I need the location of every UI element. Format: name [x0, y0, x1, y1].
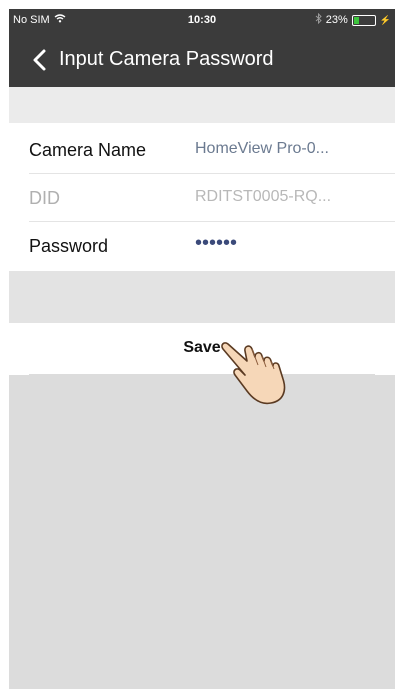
nav-bar: Input Camera Password	[9, 33, 395, 87]
password-field[interactable]: ••••••	[195, 232, 237, 255]
save-button[interactable]: Save	[9, 323, 395, 375]
section-spacer	[9, 271, 395, 323]
charging-icon: ⚡	[379, 14, 391, 25]
bluetooth-icon	[315, 12, 322, 27]
tap-hand-icon	[217, 335, 299, 412]
save-button-label: Save	[183, 339, 221, 356]
camera-name-row[interactable]: Camera Name HomeView Pro-0...	[9, 126, 395, 174]
page-title: Input Camera Password	[59, 48, 274, 70]
did-row: DID RDITST0005-RQ...	[9, 174, 395, 222]
phone-screen: No SIM 10:30 23% ⚡ Input Camera Password…	[9, 9, 395, 689]
status-bar: No SIM 10:30 23% ⚡	[9, 9, 395, 33]
back-button[interactable]	[27, 45, 57, 75]
did-label: DID	[29, 188, 60, 208]
password-label: Password	[29, 236, 109, 256]
battery-icon	[351, 14, 376, 26]
section-spacer	[9, 87, 395, 123]
camera-name-label: Camera Name	[29, 140, 147, 160]
camera-name-value[interactable]: HomeView Pro-0...	[195, 140, 329, 158]
did-value: RDITST0005-RQ...	[195, 188, 332, 205]
password-row[interactable]: Password ••••••	[9, 222, 395, 270]
empty-area	[9, 375, 395, 689]
chevron-left-icon	[33, 49, 46, 71]
battery-percent: 23%	[325, 14, 348, 26]
